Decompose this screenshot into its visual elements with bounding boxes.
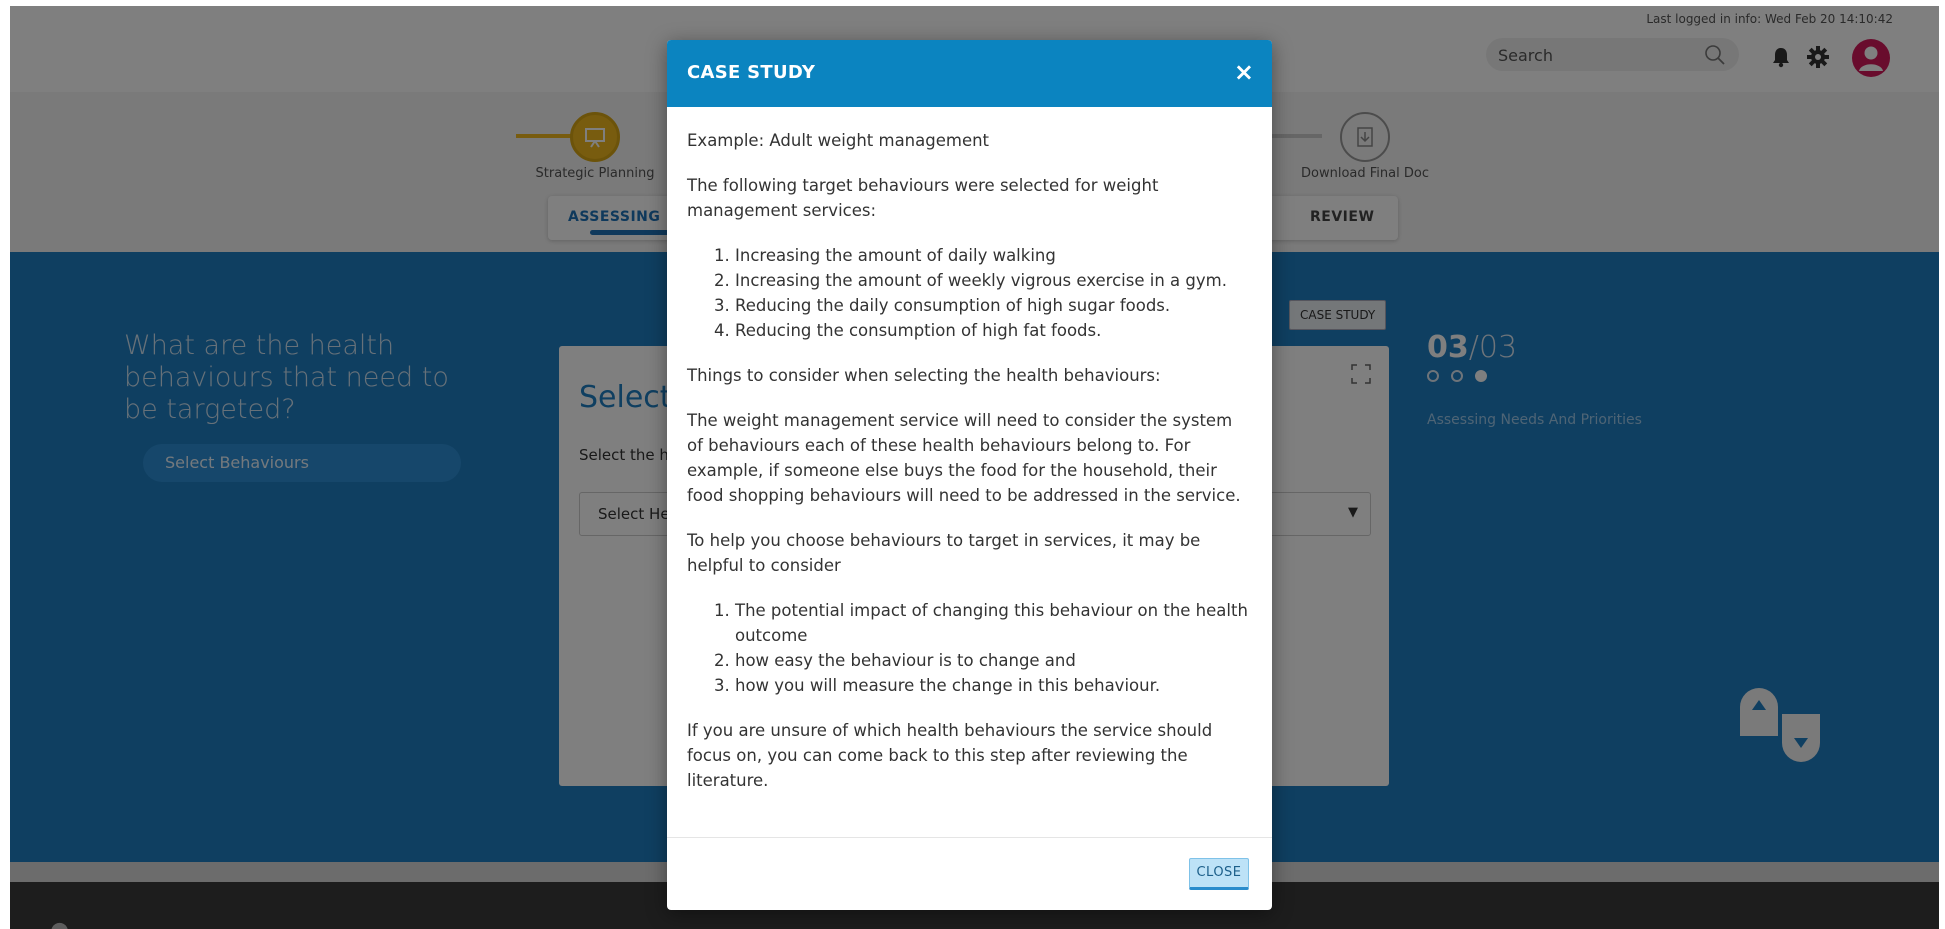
list-item: Increasing the amount of weekly vigrous …	[735, 268, 1252, 293]
behaviour-list: Increasing the amount of daily walking I…	[687, 243, 1252, 343]
list-item: Reducing the consumption of high fat foo…	[735, 318, 1252, 343]
closing-paragraph: If you are unsure of which health behavi…	[687, 721, 1213, 790]
close-icon[interactable]: ×	[1234, 58, 1254, 86]
system-paragraph: The weight management service will need …	[687, 411, 1241, 505]
modal-body: Example: Adult weight management The fol…	[687, 128, 1252, 813]
list-item: how easy the behaviour is to change and	[735, 648, 1252, 673]
consider-heading: Things to consider when selecting the he…	[687, 366, 1161, 385]
example-line: Example: Adult weight management	[687, 131, 990, 150]
list-item: Increasing the amount of daily walking	[735, 243, 1252, 268]
modal-footer-divider	[667, 837, 1272, 838]
help-paragraph: To help you choose behaviours to target …	[687, 531, 1201, 575]
consideration-list: The potential impact of changing this be…	[687, 598, 1252, 698]
close-button[interactable]: CLOSE	[1189, 858, 1249, 890]
modal-header: CASE STUDY ×	[667, 40, 1272, 107]
list-item: Reducing the daily consumption of high s…	[735, 293, 1252, 318]
modal-title: CASE STUDY	[687, 62, 816, 83]
case-study-modal: CASE STUDY × Example: Adult weight manag…	[667, 40, 1272, 910]
list-item: how you will measure the change in this …	[735, 673, 1252, 698]
intro-paragraph: The following target behaviours were sel…	[687, 176, 1159, 220]
list-item: The potential impact of changing this be…	[735, 598, 1252, 648]
